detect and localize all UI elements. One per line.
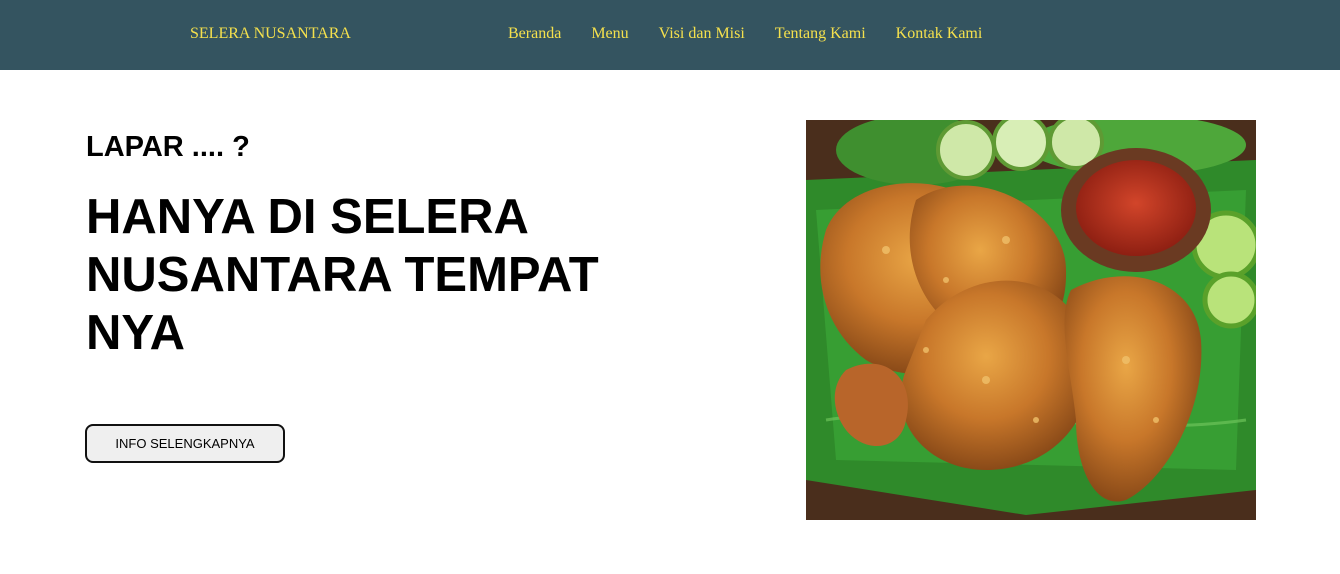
nav-link-beranda[interactable]: Beranda — [508, 25, 561, 43]
nav-link-tentang-kami[interactable]: Tentang Kami — [775, 25, 866, 43]
hero-food-image — [806, 120, 1256, 520]
info-selengkapnya-button[interactable]: INFO SELENGKAPNYA — [85, 424, 285, 463]
nav-link-kontak-kami[interactable]: Kontak Kami — [896, 25, 983, 43]
hero-headline: HANYA DI SELERA NUSANTARA TEMPAT NYA — [86, 190, 599, 360]
hero-tagline: LAPAR .... ? — [86, 131, 250, 163]
nav-link-menu[interactable]: Menu — [591, 25, 628, 43]
nav-link-visi-dan-misi[interactable]: Visi dan Misi — [659, 25, 745, 43]
nav-links: Beranda Menu Visi dan Misi Tentang Kami … — [508, 25, 982, 43]
brand-logo-text[interactable]: SELERA NUSANTARA — [190, 25, 351, 43]
fried-chicken-illustration — [806, 120, 1256, 520]
top-navbar: SELERA NUSANTARA Beranda Menu Visi dan M… — [0, 0, 1340, 70]
